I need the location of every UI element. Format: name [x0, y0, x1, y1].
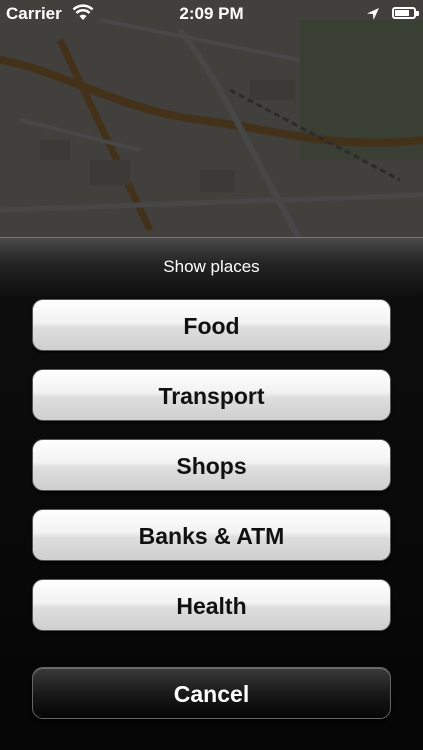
- status-bar: Carrier 2:09 PM: [0, 0, 423, 28]
- clock-label: 2:09 PM: [179, 4, 244, 23]
- shops-button[interactable]: Shops: [32, 439, 391, 491]
- battery-nub: [416, 11, 419, 16]
- action-sheet-title: Show places: [163, 257, 260, 276]
- map-view: [0, 0, 423, 240]
- food-button[interactable]: Food: [32, 299, 391, 351]
- battery-icon: [392, 7, 419, 19]
- battery-level: [395, 10, 409, 16]
- location-arrow-icon: [366, 6, 380, 26]
- action-sheet: Show places Food Transport Shops Banks &…: [0, 237, 423, 750]
- screen: Carrier 2:09 PM Show places Food Transpo…: [0, 0, 423, 750]
- cancel-button[interactable]: Cancel: [32, 667, 391, 719]
- health-button[interactable]: Health: [32, 579, 391, 631]
- banks-atm-button[interactable]: Banks & ATM: [32, 509, 391, 561]
- map-dim-overlay: [0, 0, 423, 240]
- transport-button[interactable]: Transport: [32, 369, 391, 421]
